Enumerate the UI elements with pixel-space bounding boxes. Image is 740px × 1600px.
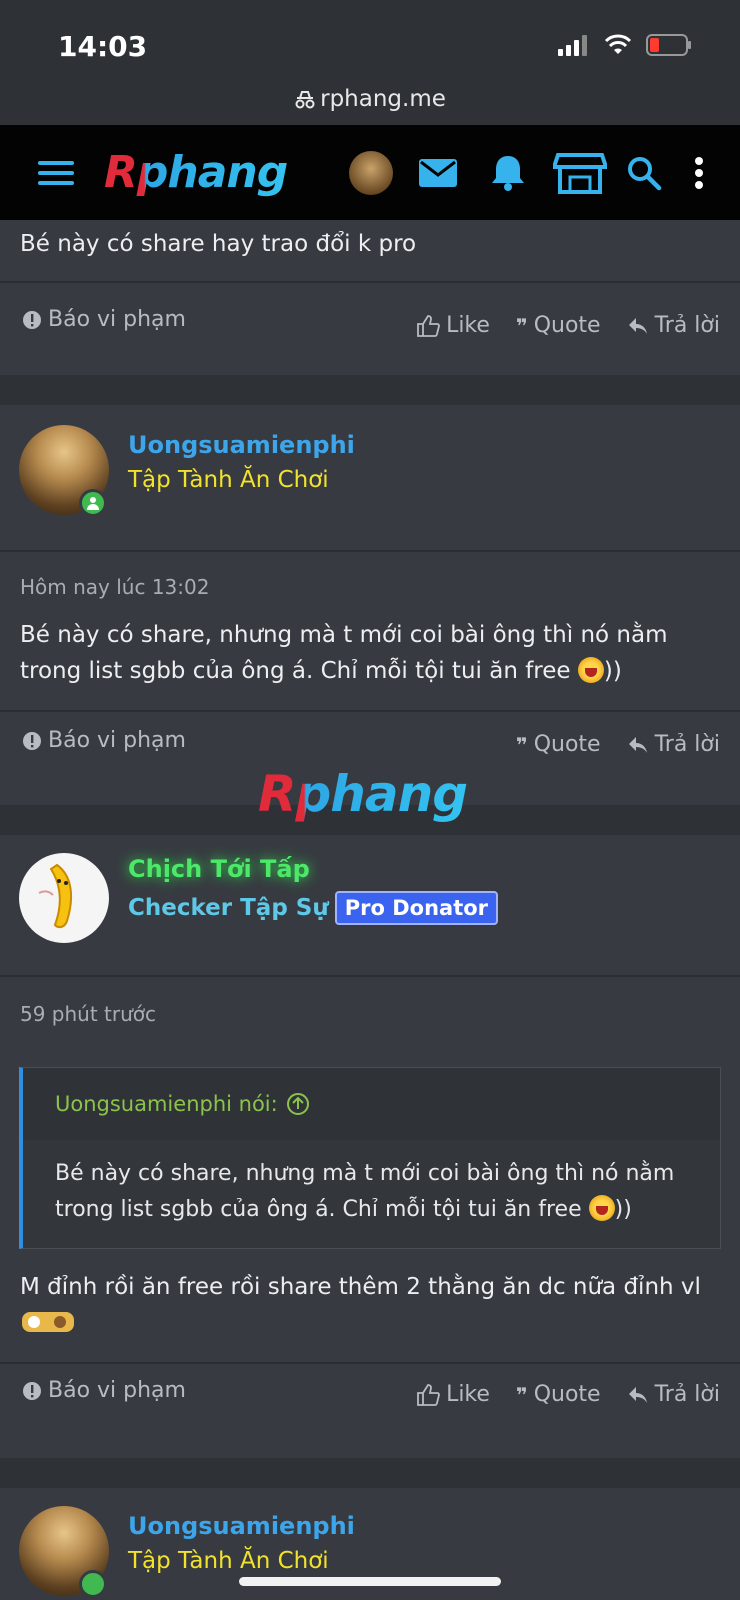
logo-text: Rphang — [104, 147, 288, 198]
thumbs-up-icon — [417, 1383, 440, 1406]
report-button[interactable]: Báo vi phạm — [22, 1378, 186, 1403]
post-body-line: M đỉnh rồi ăn free rồi share thêm 2 thằn… — [20, 1274, 701, 1300]
reply-label: Trả lời — [654, 1382, 720, 1407]
reply-label: Trả lời — [654, 313, 720, 338]
thumbs-up-icon — [417, 314, 440, 337]
username[interactable]: Chịch Tới Tấp — [128, 855, 310, 883]
clock: 14:03 — [58, 30, 148, 63]
banana-avatar-icon — [38, 863, 73, 929]
user-title: Checker Tập Sự — [128, 895, 329, 921]
post-body: Bé này có share hay trao đổi k pro — [20, 231, 417, 257]
user-title: Tập Tành Ăn Chơi — [128, 1548, 329, 1574]
donator-badge: Pro Donator — [334, 891, 499, 925]
like-button[interactable]: Like — [416, 1382, 490, 1407]
menu-icon[interactable] — [38, 125, 74, 220]
post-timestamp[interactable]: 59 phút trước — [20, 1002, 156, 1026]
report-button[interactable]: Báo vi phạm — [22, 728, 186, 753]
post-timestamp[interactable]: Hôm nay lúc 13:02 — [20, 575, 209, 599]
post-body-line: Bé này có share, nhưng mà t mới coi bài … — [20, 622, 668, 648]
watermark-text: Rphang — [258, 765, 468, 823]
reply-icon — [628, 1386, 647, 1403]
post-actions: Báo vi phạm Like ❞ Quote Trả lời — [0, 1378, 740, 1428]
reply-button[interactable]: Trả lời — [627, 732, 720, 757]
post-card: Chịch Tới Tấp Checker Tập Sự Pro Donator … — [0, 835, 740, 1458]
mail-icon[interactable] — [418, 125, 458, 220]
url-bar[interactable]: rphang.me — [0, 86, 740, 112]
quote-line: trong list sgbb của ông á. Chỉ mỗi tội t… — [55, 1197, 582, 1222]
post-body: M đỉnh rồi ăn free rồi share thêm 2 thằn… — [20, 1269, 718, 1341]
incognito-icon — [295, 91, 315, 109]
reply-icon — [628, 736, 647, 753]
post-card: Bé này có share hay trao đổi k pro Báo v… — [0, 220, 740, 375]
alert-icon — [23, 1381, 41, 1400]
reply-button[interactable]: Trả lời — [627, 313, 720, 338]
quote-author[interactable]: Uongsuamienphi nói: — [55, 1092, 310, 1116]
reply-label: Trả lời — [654, 732, 720, 757]
quote-tail: )) — [614, 1197, 632, 1222]
user-title: Tập Tành Ăn Chơi — [128, 467, 329, 493]
post-card: Uongsuamienphi Tập Tành Ăn Chơi Hôm nay … — [0, 405, 740, 805]
user-title-row: Checker Tập Sự Pro Donator — [128, 891, 499, 925]
reply-icon — [628, 317, 647, 334]
username[interactable]: Uongsuamienphi — [128, 1512, 355, 1540]
username[interactable]: Uongsuamienphi — [128, 431, 355, 459]
report-button[interactable]: Báo vi phạm — [22, 307, 186, 332]
signal-icon — [558, 35, 587, 56]
quote-label: Quote — [533, 732, 601, 757]
quote-icon: ❞ — [515, 732, 528, 757]
post-actions: Báo vi phạm Like ❞ Quote Trả lời — [0, 307, 740, 357]
quote-body: Bé này có share, nhưng mà t mới coi bài … — [55, 1156, 700, 1228]
quote-label: Quote — [533, 313, 601, 338]
quote-button[interactable]: ❞ Quote — [516, 1382, 601, 1407]
quote-button[interactable]: ❞ Quote — [516, 732, 601, 757]
status-icons — [558, 34, 692, 56]
post-body-line: trong list sgbb của ông á. Chỉ mỗi tội t… — [20, 658, 571, 684]
site-logo[interactable]: Rphang — [104, 125, 288, 220]
reply-button[interactable]: Trả lời — [627, 1382, 720, 1407]
user-avatar[interactable] — [19, 853, 109, 943]
like-label: Like — [446, 313, 490, 338]
quote-line: Bé này có share, nhưng mà t mới coi bài … — [55, 1161, 675, 1186]
report-label: Báo vi phạm — [48, 1378, 186, 1403]
like-label: Like — [446, 1382, 490, 1407]
more-menu-icon[interactable] — [694, 125, 704, 220]
quote-icon: ❞ — [515, 1382, 528, 1407]
avatar — [349, 150, 393, 195]
online-status-icon — [79, 489, 107, 517]
report-label: Báo vi phạm — [48, 307, 186, 332]
report-label: Báo vi phạm — [48, 728, 186, 753]
watermark-logo: Rphang — [258, 765, 468, 823]
post-body: Bé này có share, nhưng mà t mới coi bài … — [20, 617, 718, 689]
like-button[interactable]: Like — [416, 313, 490, 338]
laughing-emoji-icon — [577, 657, 604, 683]
wifi-icon — [604, 34, 632, 54]
search-icon[interactable] — [626, 125, 662, 220]
url-text: rphang.me — [320, 86, 446, 112]
quote-block: Uongsuamienphi nói: Bé này có share, như… — [19, 1067, 721, 1249]
status-bar: 14:03 rphang.me — [0, 0, 740, 125]
quote-button[interactable]: ❞ Quote — [516, 313, 601, 338]
bell-icon[interactable] — [490, 125, 526, 220]
quote-icon: ❞ — [515, 313, 528, 338]
battery-icon — [646, 34, 691, 56]
quote-author-label: Uongsuamienphi nói: — [55, 1092, 278, 1116]
store-icon[interactable] — [553, 125, 607, 220]
laughing-emoji-icon — [588, 1195, 615, 1221]
quote-label: Quote — [533, 1382, 601, 1407]
alert-icon — [23, 731, 41, 750]
sticker-emoji-icon — [22, 1312, 74, 1332]
arrow-up-circle-icon[interactable] — [286, 1092, 310, 1116]
online-status-icon — [79, 1570, 107, 1598]
post-body-tail: )) — [603, 658, 622, 684]
site-navbar: Rphang — [0, 125, 740, 220]
nav-avatar[interactable] — [349, 125, 393, 220]
home-indicator[interactable] — [239, 1577, 501, 1586]
alert-icon — [23, 310, 41, 329]
